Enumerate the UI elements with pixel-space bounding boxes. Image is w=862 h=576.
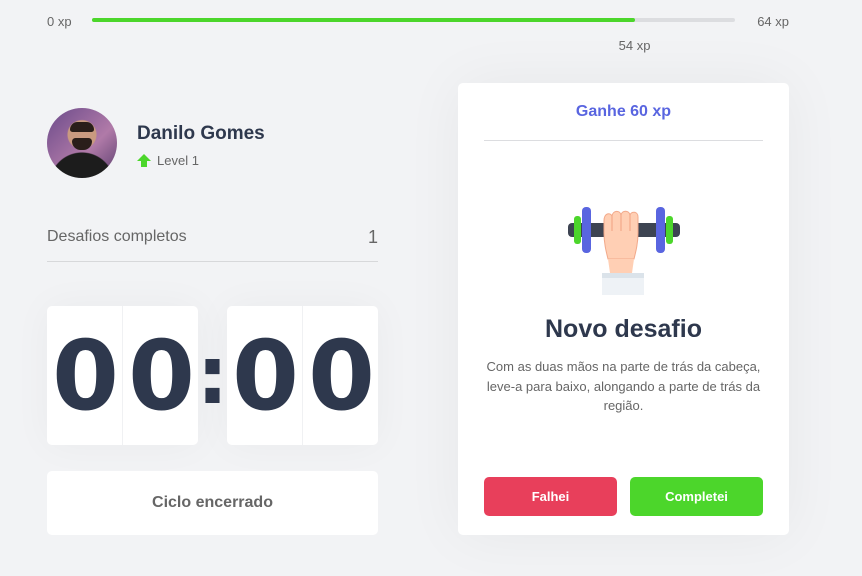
experience-bar: 0 xp 54 xp 64 xp xyxy=(47,10,789,53)
avatar xyxy=(47,108,117,178)
challenge-xp-reward: Ganhe 60 xp xyxy=(484,83,763,141)
level-label: Level 1 xyxy=(157,152,199,168)
second-right-digit: 0 xyxy=(302,306,378,445)
xp-track: 54 xp xyxy=(92,18,735,53)
profile-name: Danilo Gomes xyxy=(137,122,265,144)
completed-challenges-label: Desafios completos xyxy=(47,228,187,245)
minute-right-digit: 0 xyxy=(122,306,198,445)
xp-current-label: 54 xp xyxy=(618,38,651,53)
profile-info: Danilo Gomes Level 1 xyxy=(137,119,265,168)
profile-level: Level 1 xyxy=(137,153,265,168)
challenge-description: Com as duas mãos na parte de trás da cab… xyxy=(486,359,761,413)
cycle-ended-button: Ciclo encerrado xyxy=(47,471,378,535)
level-up-arrow-icon xyxy=(137,153,151,167)
countdown-separator: : xyxy=(196,329,229,422)
challenge-box: Ganhe 60 xp Novo desafio Com as duas mão… xyxy=(458,83,789,535)
countdown-seconds: 0 0 xyxy=(227,306,378,445)
profile: Danilo Gomes Level 1 xyxy=(47,108,265,178)
second-left-digit: 0 xyxy=(232,319,299,432)
failed-button[interactable]: Falhei xyxy=(484,477,617,516)
completed-challenges-count: 1 xyxy=(367,227,378,247)
xp-min-label: 0 xp xyxy=(47,14,72,29)
countdown: 0 0 : 0 0 xyxy=(47,306,378,445)
minute-left-digit: 0 xyxy=(52,319,119,432)
dumbbell-icon xyxy=(568,207,680,295)
completed-button[interactable]: Completei xyxy=(630,477,763,516)
challenge-title: Novo desafio xyxy=(545,315,702,343)
countdown-minutes: 0 0 xyxy=(47,306,198,445)
completed-challenges: Desafios completos 1 xyxy=(47,224,378,262)
xp-progress-fill xyxy=(92,18,635,22)
xp-max-label: 64 xp xyxy=(757,14,789,29)
